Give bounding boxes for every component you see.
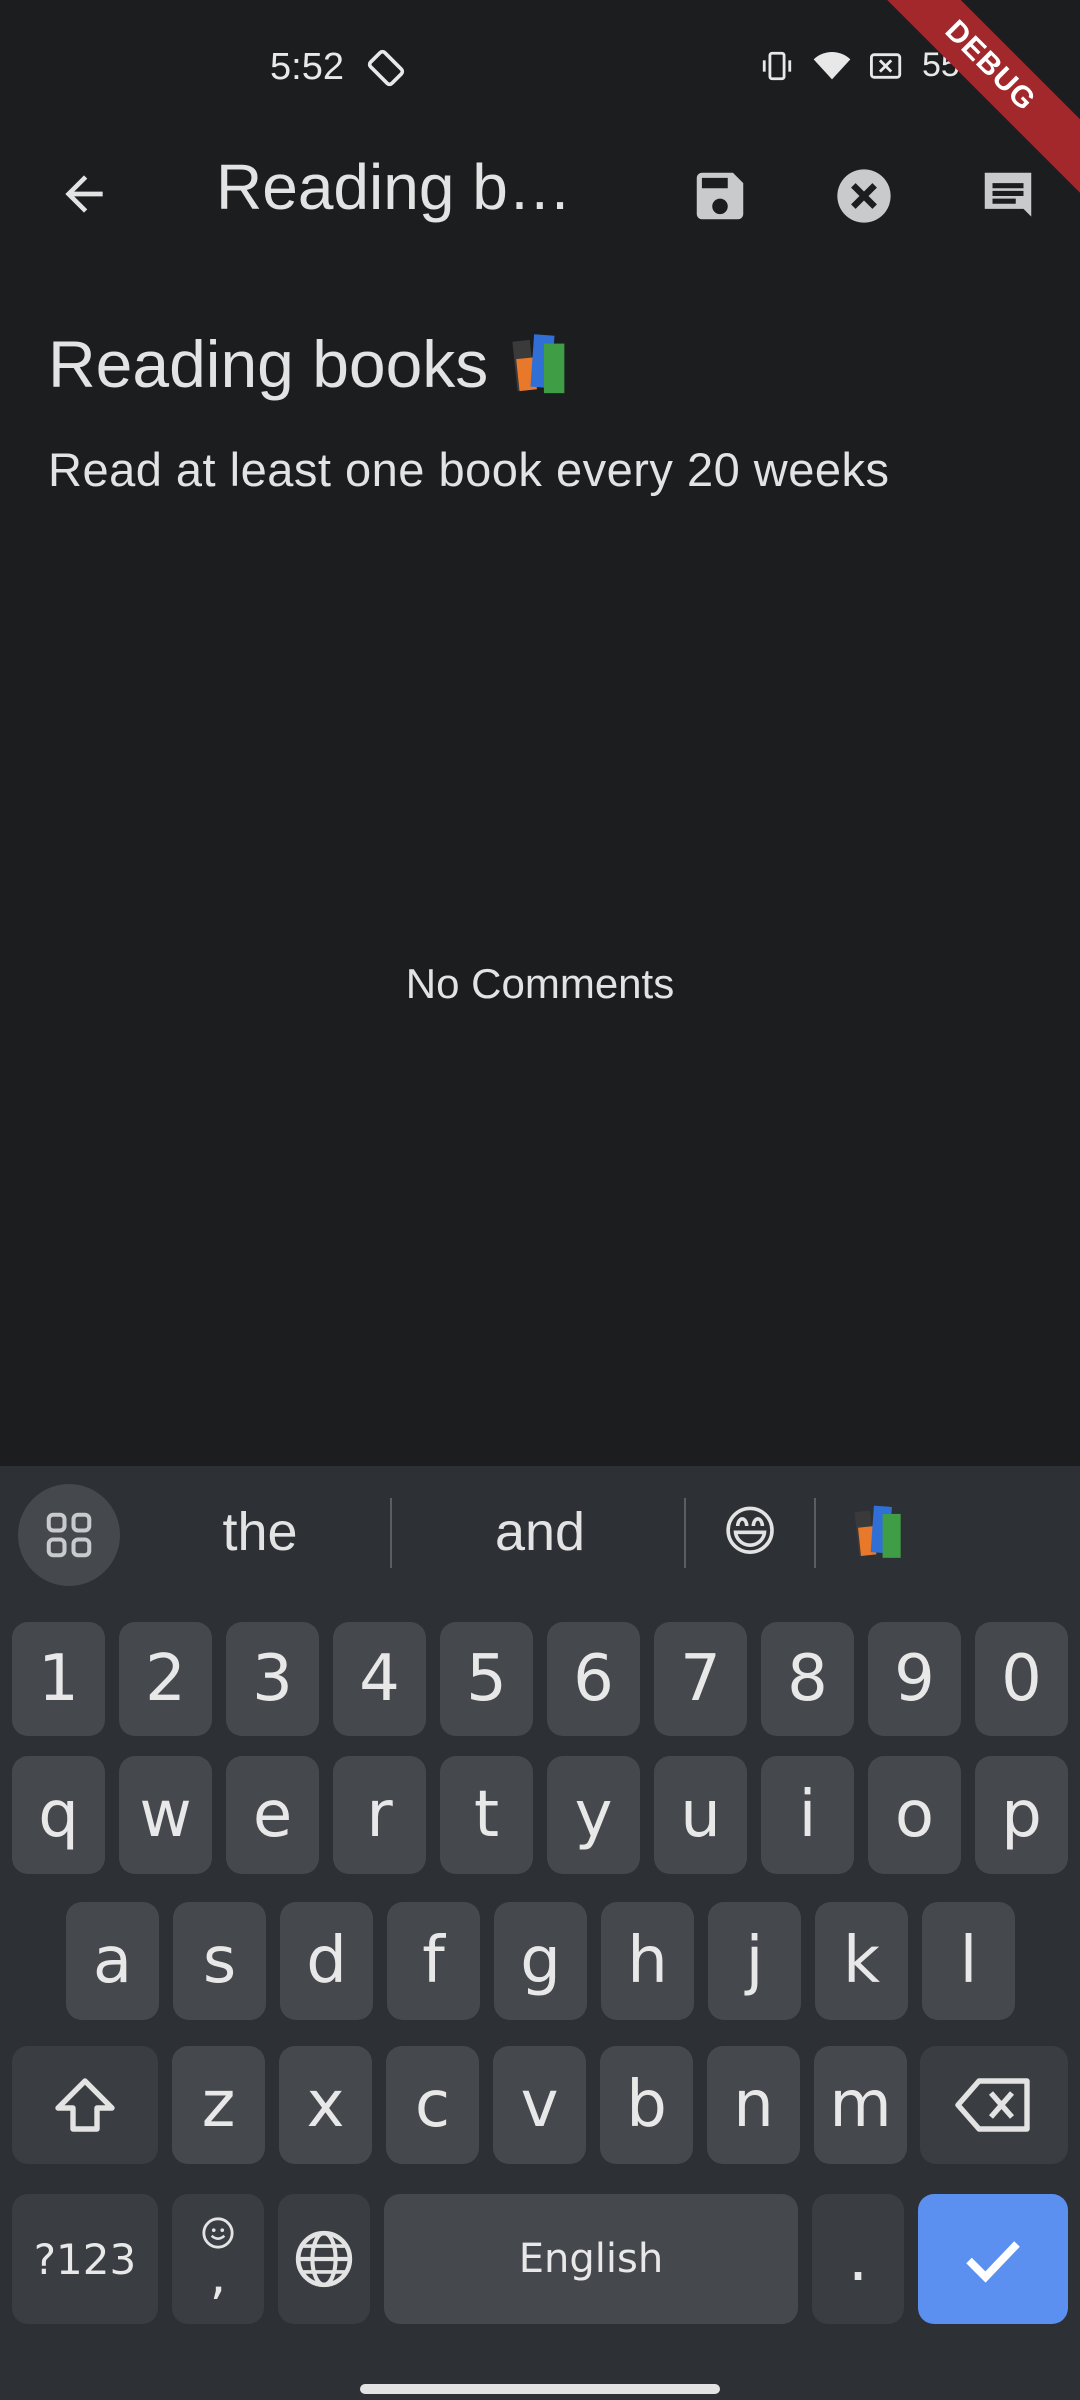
arrow-back-icon <box>65 175 103 213</box>
vibrate-icon <box>762 51 792 80</box>
key-3[interactable]: 3 <box>226 1622 319 1736</box>
auto-rotate-icon <box>367 49 405 87</box>
key-v[interactable]: v <box>493 2046 586 2164</box>
globe-icon <box>295 2230 353 2288</box>
check-icon <box>966 2241 1020 2283</box>
period-key[interactable]: . <box>812 2194 904 2324</box>
key-n[interactable]: n <box>707 2046 800 2164</box>
shift-icon <box>55 2078 115 2132</box>
cancel-icon <box>837 169 891 223</box>
key-8[interactable]: 8 <box>761 1622 854 1736</box>
battery-saver-icon <box>869 52 902 79</box>
key-d[interactable]: d <box>280 1902 373 2020</box>
cancel-button[interactable] <box>824 156 904 236</box>
key-g[interactable]: g <box>494 1902 587 2020</box>
comment-button[interactable] <box>968 156 1048 236</box>
back-button[interactable] <box>48 158 120 230</box>
habit-description: Read at least one book every 20 weeks <box>48 443 890 496</box>
backspace-icon <box>955 2078 1030 2132</box>
key-6[interactable]: 6 <box>547 1622 640 1736</box>
key-l[interactable]: l <box>922 1902 1015 2020</box>
gesture-nav-handle[interactable] <box>360 2384 720 2394</box>
symbols-key[interactable]: ?123 <box>12 2194 158 2324</box>
key-x[interactable]: x <box>279 2046 372 2164</box>
emoji-smile-icon <box>202 2217 234 2249</box>
key-r[interactable]: r <box>333 1756 426 1874</box>
key-0[interactable]: 0 <box>975 1622 1068 1736</box>
empty-comments-text: No Comments <box>405 960 675 1007</box>
suggestion-divider <box>684 1498 686 1568</box>
key-p[interactable]: p <box>975 1756 1068 1874</box>
key-5[interactable]: 5 <box>440 1622 533 1736</box>
keyboard-apps-button[interactable] <box>18 1484 120 1586</box>
wifi-icon <box>813 51 851 79</box>
books-emoji-icon <box>512 334 565 394</box>
language-key[interactable] <box>278 2194 370 2324</box>
suggestion-emoji[interactable]: 😄 <box>690 1492 810 1572</box>
comma-label: , <box>209 2246 227 2306</box>
key-4[interactable]: 4 <box>333 1622 426 1736</box>
space-key[interactable]: English <box>384 2194 798 2324</box>
books-emoji-icon <box>854 1505 901 1558</box>
key-z[interactable]: z <box>172 2046 265 2164</box>
suggestion-2[interactable]: and <box>400 1492 680 1572</box>
key-j[interactable]: j <box>708 1902 801 2020</box>
status-time: 5:52 <box>270 46 344 88</box>
save-button[interactable] <box>680 156 760 236</box>
soft-keyboard: the and 😄 1234567890 qwertyuiop asdfghjk… <box>0 1466 1080 2400</box>
grid-icon <box>46 1512 92 1558</box>
key-o[interactable]: o <box>868 1756 961 1874</box>
key-y[interactable]: y <box>547 1756 640 1874</box>
key-i[interactable]: i <box>761 1756 854 1874</box>
app-bar-title: Reading bo… <box>216 151 596 223</box>
key-2[interactable]: 2 <box>119 1622 212 1736</box>
key-a[interactable]: a <box>66 1902 159 2020</box>
key-f[interactable]: f <box>387 1902 480 2020</box>
key-u[interactable]: u <box>654 1756 747 1874</box>
done-key[interactable] <box>918 2194 1068 2324</box>
backspace-key[interactable] <box>920 2046 1068 2164</box>
key-q[interactable]: q <box>12 1756 105 1874</box>
key-9[interactable]: 9 <box>868 1622 961 1736</box>
key-w[interactable]: w <box>119 1756 212 1874</box>
key-1[interactable]: 1 <box>12 1622 105 1736</box>
app-bar: Reading bo… <box>0 136 1080 248</box>
comment-icon <box>984 172 1032 217</box>
key-m[interactable]: m <box>814 2046 907 2164</box>
save-icon <box>696 172 744 220</box>
suggestion-1[interactable]: the <box>140 1492 380 1572</box>
key-k[interactable]: k <box>815 1902 908 2020</box>
key-e[interactable]: e <box>226 1756 319 1874</box>
habit-title: Reading books <box>48 327 489 401</box>
comma-emoji-key[interactable]: , <box>172 2194 264 2324</box>
key-c[interactable]: c <box>386 2046 479 2164</box>
key-b[interactable]: b <box>600 2046 693 2164</box>
key-h[interactable]: h <box>601 1902 694 2020</box>
shift-key[interactable] <box>12 2046 158 2164</box>
habit-title-row: Reading books <box>48 326 576 402</box>
key-7[interactable]: 7 <box>654 1622 747 1736</box>
suggestion-divider <box>390 1498 392 1568</box>
suggestion-books-emoji[interactable] <box>830 1492 930 1572</box>
key-s[interactable]: s <box>173 1902 266 2020</box>
key-t[interactable]: t <box>440 1756 533 1874</box>
suggestion-strip: the and 😄 <box>0 1466 1080 1600</box>
suggestion-divider <box>814 1498 816 1568</box>
